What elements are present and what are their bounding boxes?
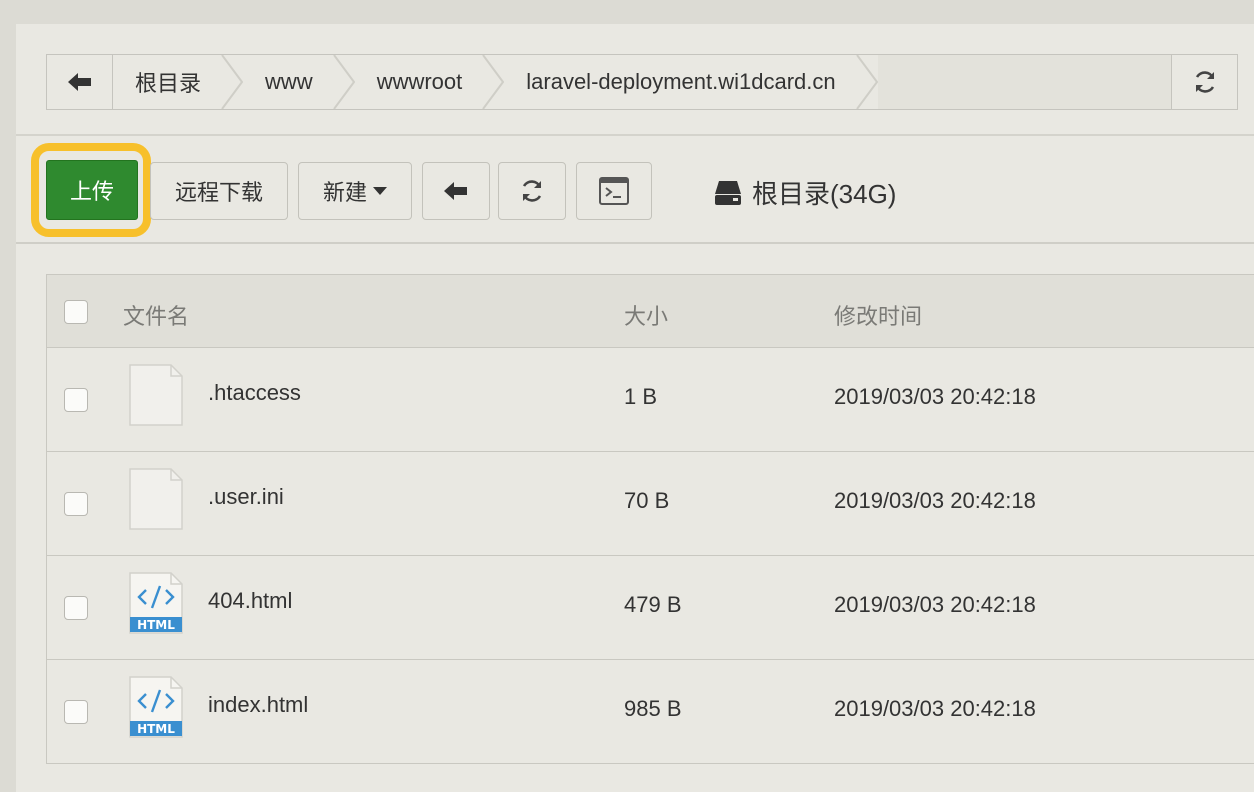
divider bbox=[16, 134, 1254, 136]
file-name[interactable]: .htaccess bbox=[208, 380, 301, 406]
new-dropdown-button[interactable]: 新建 bbox=[298, 162, 412, 220]
row-checkbox[interactable] bbox=[64, 700, 88, 724]
html-badge: HTML bbox=[137, 618, 175, 632]
breadcrumb-refresh-button[interactable] bbox=[1171, 55, 1237, 109]
file-name[interactable]: index.html bbox=[208, 692, 308, 718]
file-size: 1 B bbox=[624, 384, 658, 409]
column-header-name[interactable]: 文件名 bbox=[123, 299, 189, 331]
breadcrumb-item-site[interactable]: laravel-deployment.wi1dcard.cn bbox=[504, 55, 878, 109]
breadcrumb-back-button[interactable] bbox=[47, 55, 113, 109]
breadcrumb-item-www[interactable]: www bbox=[243, 55, 355, 109]
refresh-icon bbox=[522, 180, 542, 202]
back-button[interactable] bbox=[422, 162, 490, 220]
breadcrumb-item-wwwroot[interactable]: wwwroot bbox=[354, 55, 505, 109]
chevron-right-icon bbox=[221, 55, 244, 109]
hard-drive-icon bbox=[715, 180, 741, 205]
html-file-icon: HTML bbox=[129, 572, 183, 634]
table-row[interactable]: .user.ini 70 B 2019/03/03 20:42:18 bbox=[47, 452, 1254, 556]
file-table: 文件名 大小 修改时间 .htaccess 1 B 2019/03/03 20:… bbox=[46, 274, 1254, 764]
column-header-modified[interactable]: 修改时间 bbox=[834, 299, 922, 331]
html-badge: HTML bbox=[137, 722, 175, 736]
row-checkbox[interactable] bbox=[64, 596, 88, 620]
table-header: 文件名 大小 修改时间 bbox=[47, 275, 1254, 348]
table-row[interactable]: .htaccess 1 B 2019/03/03 20:42:18 bbox=[47, 348, 1254, 452]
file-size: 70 B bbox=[624, 488, 670, 513]
file-modified-time: 2019/03/03 20:42:18 bbox=[834, 384, 1036, 409]
terminal-button[interactable] bbox=[576, 162, 652, 220]
upload-button[interactable]: 上传 bbox=[46, 160, 138, 220]
remote-download-button[interactable]: 远程下载 bbox=[150, 162, 288, 220]
refresh-icon bbox=[1195, 71, 1214, 93]
blank-file-icon bbox=[129, 468, 183, 530]
disk-info[interactable]: 根目录(34G) bbox=[714, 174, 896, 211]
file-modified-time: 2019/03/03 20:42:18 bbox=[834, 592, 1036, 617]
file-modified-time: 2019/03/03 20:42:18 bbox=[834, 488, 1036, 513]
divider bbox=[16, 242, 1254, 244]
chevron-right-icon bbox=[332, 55, 355, 109]
arrow-left-icon bbox=[444, 182, 467, 200]
html-file-icon: HTML bbox=[129, 676, 183, 738]
table-row[interactable]: HTML index.html 985 B 2019/03/03 20:42:1… bbox=[47, 660, 1254, 764]
column-header-size[interactable]: 大小 bbox=[624, 299, 668, 331]
row-checkbox[interactable] bbox=[64, 492, 88, 516]
file-name[interactable]: 404.html bbox=[208, 588, 292, 614]
blank-file-icon bbox=[129, 364, 183, 426]
select-all-checkbox[interactable] bbox=[64, 300, 88, 324]
refresh-button[interactable] bbox=[498, 162, 566, 220]
file-size: 479 B bbox=[624, 592, 682, 617]
breadcrumb: 根目录 www wwwroot laravel-deployment.wi1dc… bbox=[46, 54, 1238, 110]
breadcrumb-item-root[interactable]: 根目录 bbox=[113, 55, 244, 109]
terminal-icon bbox=[599, 177, 629, 205]
chevron-right-icon bbox=[855, 55, 878, 109]
row-checkbox[interactable] bbox=[64, 388, 88, 412]
chevron-right-icon bbox=[482, 55, 505, 109]
file-name[interactable]: .user.ini bbox=[208, 484, 284, 510]
table-row[interactable]: HTML 404.html 479 B 2019/03/03 20:42:18 bbox=[47, 556, 1254, 660]
file-manager-panel: 根目录 www wwwroot laravel-deployment.wi1dc… bbox=[16, 24, 1254, 792]
caret-down-icon bbox=[373, 187, 387, 195]
arrow-left-icon bbox=[67, 73, 91, 91]
file-size: 985 B bbox=[624, 696, 682, 721]
file-modified-time: 2019/03/03 20:42:18 bbox=[834, 696, 1036, 721]
